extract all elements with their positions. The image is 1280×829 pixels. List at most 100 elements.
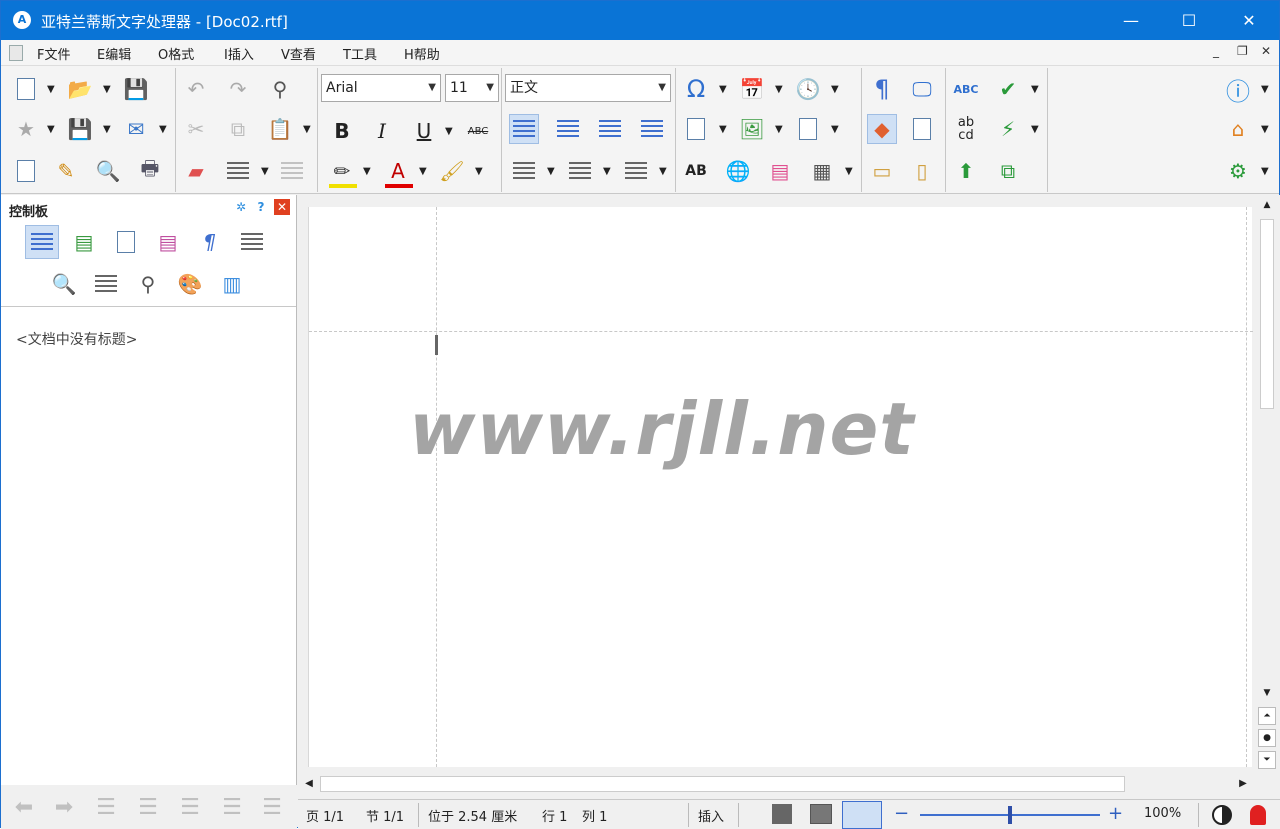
translate-check-icon[interactable]: ✔ <box>993 74 1023 104</box>
menu-view[interactable]: V查看 <box>281 44 316 63</box>
web-view-button[interactable] <box>842 801 882 829</box>
minimize-button[interactable]: — <box>1101 1 1161 40</box>
web-dropdown-arrow[interactable]: ▼ <box>1261 124 1269 135</box>
numbered-list-dropdown-arrow[interactable]: ▼ <box>603 166 611 177</box>
replace-word-button[interactable]: ab cd <box>951 114 981 144</box>
edit-document-icon[interactable]: ✎ <box>51 156 81 186</box>
insert-image-icon[interactable]: 🖼 <box>737 114 767 144</box>
vertical-scrollbar[interactable]: ▲ ▼ ⏶ ● ⏷ <box>1256 195 1278 799</box>
insert-image-dropdown-arrow[interactable]: ▼ <box>775 124 783 135</box>
panel-close-icon[interactable]: ✕ <box>274 199 290 215</box>
move-down-icon[interactable]: ☰ <box>215 793 249 821</box>
save-as-dropdown-arrow[interactable]: ▼ <box>103 124 111 135</box>
upload-icon[interactable]: ⬆ <box>951 156 981 186</box>
promote-heading-icon[interactable]: ☰ <box>89 793 123 821</box>
align-right-button[interactable] <box>595 114 625 144</box>
header-footer-icon[interactable]: ▭ <box>867 156 897 186</box>
panel-outline-icon[interactable] <box>25 225 59 259</box>
case-change-button[interactable]: AB <box>681 156 711 186</box>
redo-icon[interactable]: ↷ <box>223 74 253 104</box>
document-page[interactable]: www.rjll.net <box>308 207 1253 767</box>
font-name-combo[interactable]: Arial ▼ <box>321 74 441 102</box>
layout-diamond-icon[interactable]: ◆ <box>867 114 897 144</box>
panel-search-icon[interactable]: 🔍 <box>47 267 81 301</box>
numbered-list-icon[interactable] <box>565 156 595 186</box>
font-color-dropdown-arrow[interactable]: ▼ <box>419 166 427 177</box>
font-color-button[interactable]: A <box>383 156 413 186</box>
ruler-icon[interactable]: ▯ <box>907 156 937 186</box>
panel-clipboard-icon[interactable]: ▥ <box>215 267 249 301</box>
pilcrow-button[interactable]: ¶ <box>867 74 897 104</box>
time-dropdown-arrow[interactable]: ▼ <box>831 84 839 95</box>
page-view-icon[interactable] <box>907 114 937 144</box>
nav-back-arrow-icon[interactable]: ⬅ <box>7 793 41 821</box>
panel-styles-icon[interactable]: ▤ <box>67 225 101 259</box>
multilevel-list-icon[interactable] <box>621 156 651 186</box>
italic-button[interactable]: I <box>367 116 397 146</box>
settings-gear-icon[interactable]: ⚙ <box>1223 156 1253 186</box>
underline-button[interactable]: U <box>409 116 439 146</box>
save-as-icon[interactable]: 💾 <box>65 114 95 144</box>
paste-icon[interactable]: 📋 <box>265 114 295 144</box>
print-preview-icon[interactable]: 🔍 <box>93 156 123 186</box>
bullet-list-icon[interactable] <box>509 156 539 186</box>
scroll-up-icon[interactable]: ▲ <box>1258 197 1276 215</box>
move-up-icon[interactable]: ☰ <box>173 793 207 821</box>
open-dropdown-arrow[interactable]: ▼ <box>103 84 111 95</box>
insert-file-icon[interactable] <box>681 114 711 144</box>
vertical-scroll-thumb[interactable] <box>1260 219 1274 409</box>
insert-page-dropdown-arrow[interactable]: ▼ <box>831 124 839 135</box>
panel-options-icon[interactable]: ✲ <box>233 199 249 215</box>
panel-paragraph-icon[interactable] <box>89 267 123 301</box>
find-binoculars-icon[interactable]: ⚲ <box>265 74 295 104</box>
highlight-pen-icon[interactable]: ✏ <box>327 156 357 186</box>
new-document-icon[interactable] <box>11 74 41 104</box>
panel-palette-icon[interactable]: 🎨 <box>173 267 207 301</box>
normal-view-button[interactable] <box>772 804 792 824</box>
panel-binoculars-icon[interactable]: ⚲ <box>131 267 165 301</box>
translate-dropdown-arrow[interactable]: ▼ <box>1031 84 1039 95</box>
panel-bookmarks-icon[interactable]: ▤ <box>151 225 185 259</box>
settings-dropdown-arrow[interactable]: ▼ <box>1261 166 1269 177</box>
panel-help-icon[interactable]: ? <box>253 199 269 215</box>
open-folder-icon[interactable]: 📂 <box>65 74 95 104</box>
table-dropdown-arrow[interactable]: ▼ <box>845 166 853 177</box>
contrast-icon[interactable] <box>1212 805 1232 825</box>
favorites-star-icon[interactable]: ★ <box>11 114 41 144</box>
bookmark-icon[interactable]: ▤ <box>765 156 795 186</box>
scroll-right-icon[interactable]: ▶ <box>1234 775 1252 793</box>
insert-file-dropdown-arrow[interactable]: ▼ <box>719 124 727 135</box>
maximize-button[interactable]: ☐ <box>1159 1 1219 40</box>
email-icon[interactable]: ✉ <box>121 114 151 144</box>
menu-format[interactable]: O格式 <box>158 44 194 63</box>
insert-page-icon[interactable] <box>793 114 823 144</box>
line-spacing-dropdown-arrow[interactable]: ▼ <box>261 166 269 177</box>
font-size-combo[interactable]: 11 ▼ <box>445 74 499 102</box>
panel-fonts-icon[interactable]: ¶ <box>193 225 227 259</box>
copy-icon[interactable]: ⧉ <box>223 114 253 144</box>
hyperlink-globe-icon[interactable]: 🌐 <box>723 156 753 186</box>
new-dropdown-arrow[interactable]: ▼ <box>47 84 55 95</box>
date-dropdown-arrow[interactable]: ▼ <box>775 84 783 95</box>
symbol-omega-button[interactable]: Ω <box>681 74 711 104</box>
format-painter-dropdown-arrow[interactable]: ▼ <box>475 166 483 177</box>
indent-icon[interactable] <box>277 156 307 186</box>
print-layout-icon[interactable] <box>11 156 41 186</box>
menu-help[interactable]: H帮助 <box>404 44 440 63</box>
line-spacing-icon[interactable] <box>223 156 253 186</box>
expand-all-icon[interactable]: ☰ <box>255 793 289 821</box>
justify-button[interactable] <box>637 114 667 144</box>
close-button[interactable]: ✕ <box>1219 1 1279 40</box>
browse-object-icon[interactable]: ● <box>1258 729 1276 747</box>
fullscreen-icon[interactable]: 🖵 <box>907 74 937 104</box>
align-left-button[interactable] <box>509 114 539 144</box>
symbol-dropdown-arrow[interactable]: ▼ <box>719 84 727 95</box>
undo-icon[interactable]: ↶ <box>181 74 211 104</box>
format-painter-icon[interactable]: 🖌 <box>437 156 467 186</box>
mdi-restore-button[interactable]: ❐ <box>1237 44 1248 58</box>
zoom-in-button[interactable]: + <box>1108 803 1123 824</box>
help-dropdown-arrow[interactable]: ▼ <box>1261 84 1269 95</box>
paste-dropdown-arrow[interactable]: ▼ <box>303 124 311 135</box>
document-grip-icon[interactable] <box>9 45 23 61</box>
horizontal-scroll-thumb[interactable] <box>320 776 1125 792</box>
